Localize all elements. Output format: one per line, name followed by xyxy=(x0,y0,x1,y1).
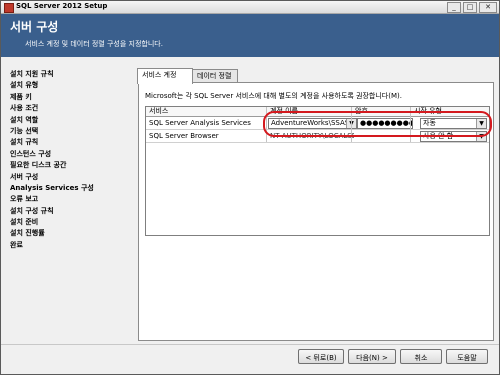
service-accounts-panel: Microsoft는 각 SQL Server 서비스에 대해 별도의 계정을 … xyxy=(138,82,494,341)
startup-type-combo[interactable]: 자동 ▼ xyxy=(420,118,487,129)
nav-item-product-key[interactable]: 제품 키 xyxy=(10,92,120,103)
page-subtitle: 서비스 계정 및 데이터 정렬 구성을 지정합니다. xyxy=(25,40,163,48)
setup-window: SQL Server 2012 Setup _ □ ✕ 서버 구성 서비스 계정… xyxy=(0,0,500,375)
page-title: 서버 구성 xyxy=(10,20,59,34)
startup-type-combo[interactable]: 사용 안 함 ▼ xyxy=(420,131,487,142)
window-controls: _ □ ✕ xyxy=(447,2,497,13)
next-button[interactable]: 다음(N) > xyxy=(348,349,396,364)
minimize-button[interactable]: _ xyxy=(447,2,461,13)
nav-item-server-configuration[interactable]: 서버 구성 xyxy=(10,172,120,183)
service-accounts-grid: 서비스 계정 이름 암호 시작 유형 SQL Server Analysis S… xyxy=(145,106,490,236)
table-row[interactable]: SQL Server Browser NT AUTHORITY\LOCALSE.… xyxy=(146,130,489,143)
nav-item-ready-to-install[interactable]: 설치 준비 xyxy=(10,217,120,228)
page-header: 서버 구성 서비스 계정 및 데이터 정렬 구성을 지정합니다. xyxy=(1,14,499,57)
nav-item-analysis-services-configuration[interactable]: Analysis Services 구성 xyxy=(10,183,120,194)
account-name-cell[interactable]: NT AUTHORITY\LOCALSE... xyxy=(267,130,354,142)
column-divider xyxy=(410,107,411,142)
column-divider xyxy=(351,107,352,142)
nav-item-setup-support-rules[interactable]: 설치 지원 규칙 xyxy=(10,69,120,80)
password-cell[interactable] xyxy=(352,130,413,142)
column-header-startup-type[interactable]: 시작 유형 xyxy=(411,107,489,116)
title-bar: SQL Server 2012 Setup _ □ ✕ xyxy=(1,1,499,14)
service-name-cell: SQL Server Browser xyxy=(149,132,219,140)
setup-steps-nav: 설치 지원 규칙 설치 유형 제품 키 사용 조건 설치 역할 기능 선택 설치… xyxy=(10,69,120,251)
nav-item-error-reporting[interactable]: 오류 보고 xyxy=(10,194,120,205)
column-header-password[interactable]: 암호 xyxy=(352,107,413,116)
close-button[interactable]: ✕ xyxy=(479,2,497,13)
column-header-account-name[interactable]: 계정 이름 xyxy=(267,107,354,116)
dropdown-arrow-icon[interactable]: ▼ xyxy=(476,119,486,128)
column-header-service[interactable]: 서비스 xyxy=(146,107,269,116)
cancel-button[interactable]: 취소 xyxy=(400,349,442,364)
startup-type-value: 자동 xyxy=(423,119,436,127)
service-name-cell: SQL Server Analysis Services xyxy=(149,119,251,127)
tab-collation[interactable]: 데이터 정렬 xyxy=(192,69,238,83)
password-field[interactable]: ●●●●●●●●● xyxy=(357,118,413,129)
footer-divider xyxy=(1,344,499,345)
nav-item-installation-progress[interactable]: 설치 진행률 xyxy=(10,228,120,239)
account-name-combo[interactable]: AdventureWorks\SSAS ▼ xyxy=(268,118,357,129)
service-accounts-description: Microsoft는 각 SQL Server 서비스에 대해 별도의 계정을 … xyxy=(145,92,402,100)
nav-item-disk-space[interactable]: 필요한 디스크 공간 xyxy=(10,160,120,171)
nav-item-setup-role[interactable]: 설치 역할 xyxy=(10,115,120,126)
grid-header: 서비스 계정 이름 암호 시작 유형 xyxy=(146,107,489,117)
help-button[interactable]: 도움말 xyxy=(446,349,488,364)
nav-item-installation-configuration-rules[interactable]: 설치 구성 규칙 xyxy=(10,206,120,217)
maximize-button[interactable]: □ xyxy=(463,2,477,13)
nav-item-installation-rules[interactable]: 설치 규칙 xyxy=(10,137,120,148)
dropdown-arrow-icon[interactable]: ▼ xyxy=(476,132,486,141)
nav-item-setup-type[interactable]: 설치 유형 xyxy=(10,80,120,91)
window-title: SQL Server 2012 Setup xyxy=(16,2,108,10)
nav-item-license-terms[interactable]: 사용 조건 xyxy=(10,103,120,114)
account-name-value: AdventureWorks\SSAS xyxy=(271,119,350,127)
sql-server-icon xyxy=(4,3,14,13)
table-row[interactable]: SQL Server Analysis Services AdventureWo… xyxy=(146,117,489,130)
nav-item-instance-configuration[interactable]: 인스턴스 구성 xyxy=(10,149,120,160)
nav-item-feature-selection[interactable]: 기능 선택 xyxy=(10,126,120,137)
tab-service-accounts[interactable]: 서비스 계정 xyxy=(137,68,193,84)
nav-item-complete[interactable]: 완료 xyxy=(10,240,120,251)
back-button[interactable]: < 뒤로(B) xyxy=(298,349,344,364)
column-divider xyxy=(266,107,267,142)
startup-type-value: 사용 안 함 xyxy=(423,132,454,140)
